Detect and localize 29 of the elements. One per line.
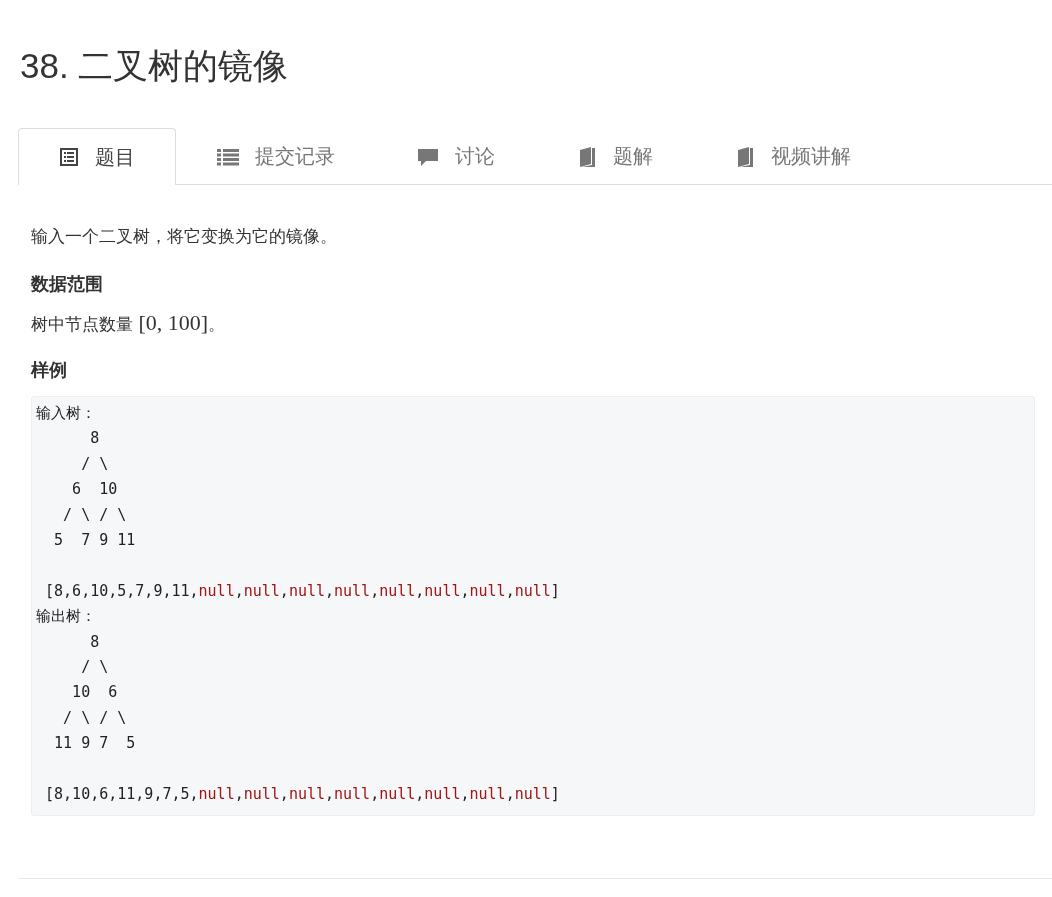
code-line: 11 9 7 5 <box>53 733 136 755</box>
tab[interactable]: 题目 <box>18 128 176 185</box>
code-line: / \ / \ <box>62 504 127 526</box>
code-line: 8 <box>89 428 100 450</box>
tab[interactable]: 题解 <box>536 128 694 184</box>
chat-icon <box>417 146 439 167</box>
code-line: [8,10,6,11,9,7,5,null,null,null,null,null,null,null,null] <box>44 784 560 806</box>
section-heading: 样例 <box>31 358 68 382</box>
tab[interactable]: 讨论 <box>376 128 536 184</box>
code-line: 5 7 9 11 <box>53 530 136 552</box>
code-line: 10 6 <box>71 682 118 704</box>
code-line: 输出树： <box>36 606 96 628</box>
section-heading: 数据范围 <box>31 272 104 296</box>
code-line: 输入树： <box>36 403 96 424</box>
list-icon <box>217 147 239 166</box>
book-icon <box>577 145 597 168</box>
code-line: [8,6,10,5,7,9,11,null,null,null,null,null,null,null,null] <box>44 580 560 602</box>
code-line: 6 10 <box>71 479 118 501</box>
document-icon <box>59 147 79 167</box>
problem-title: 38. 二叉树的镜像 <box>20 45 290 87</box>
tab[interactable]: 提交记录 <box>176 128 376 184</box>
code-line: / \ <box>80 453 109 475</box>
code-line: / \ <box>80 657 109 679</box>
code-line: / \ / \ <box>62 707 127 729</box>
book-icon <box>735 145 755 168</box>
description: 输入一个二叉树，将它变换为它的镜像。 <box>31 225 338 248</box>
tab[interactable]: 视频讲解 <box>694 128 892 184</box>
range-text: 树中节点数量 [0, 100]。 <box>31 310 227 336</box>
code-line: 8 <box>89 631 100 653</box>
